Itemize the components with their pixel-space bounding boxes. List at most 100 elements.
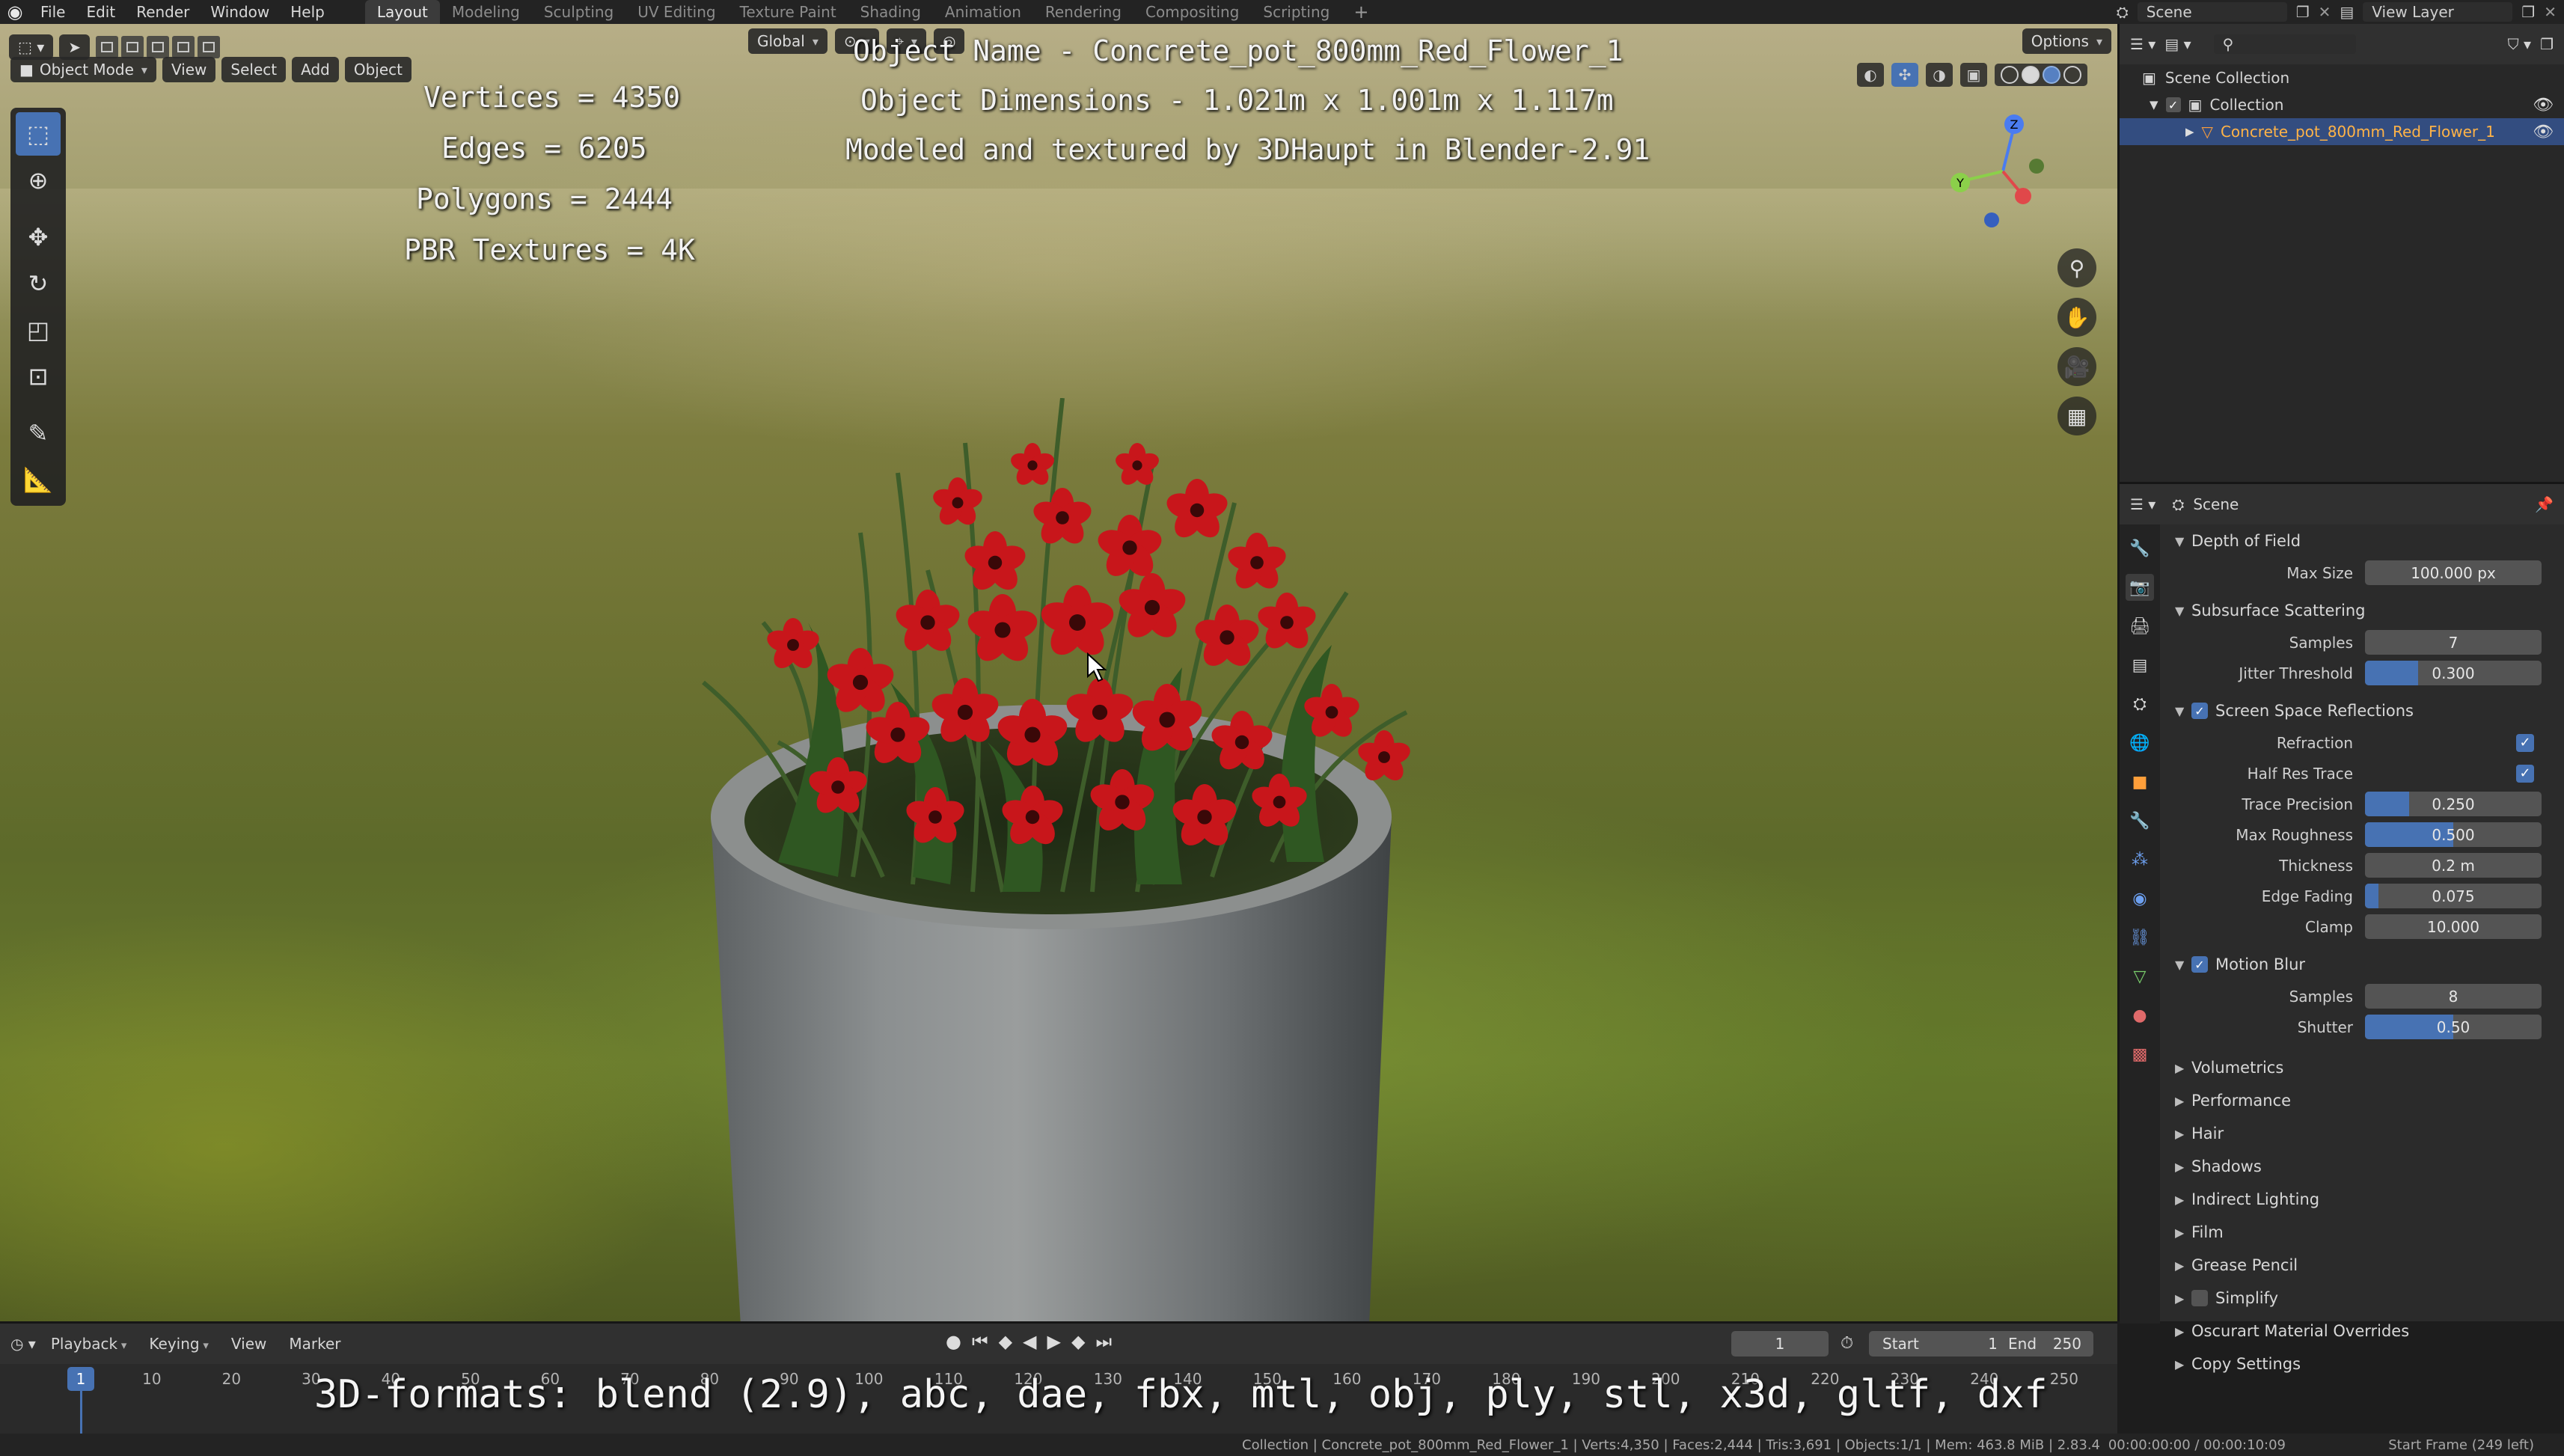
visibility-eye-icon[interactable]: 👁 xyxy=(2533,96,2554,114)
playhead-frame-indicator[interactable]: 1 xyxy=(67,1367,94,1391)
refraction-checkbox[interactable]: ✓ xyxy=(2516,733,2534,752)
pan-hand-icon[interactable]: ✋ xyxy=(2057,298,2096,337)
tab-animation[interactable]: Animation xyxy=(933,0,1033,24)
navigation-gizmo[interactable]: Z Y xyxy=(1939,108,2066,235)
motion-blur-enable-checkbox[interactable]: ✓ xyxy=(2191,956,2208,973)
delete-scene-icon[interactable]: ✕ xyxy=(2319,3,2331,21)
orientation-dropdown[interactable]: Global xyxy=(748,28,827,54)
scene-selector[interactable]: Scene xyxy=(2137,2,2287,22)
gizmo-neg-y-handle[interactable] xyxy=(2029,159,2044,174)
section-film[interactable]: ▶ Film xyxy=(2163,1216,2564,1249)
perspective-grid-icon[interactable]: ▦ xyxy=(2057,397,2096,435)
options-dropdown[interactable]: Options xyxy=(2022,28,2111,54)
blender-logo-icon[interactable]: ◉ xyxy=(0,0,30,24)
solid-shading-icon[interactable] xyxy=(2022,66,2040,84)
sss-samples-field[interactable]: 7 xyxy=(2365,630,2542,655)
section-indirect-lighting[interactable]: ▶ Indirect Lighting xyxy=(2163,1183,2564,1216)
section-depth-of-field[interactable]: ▼ Depth of Field xyxy=(2163,524,2564,557)
prev-keyframe-icon[interactable]: ◆ xyxy=(999,1331,1012,1352)
outliner-row-object[interactable]: ▶ ▽ Concrete_pot_800mm_Red_Flower_1 👁 xyxy=(2120,118,2564,145)
expand-arrow-icon[interactable]: ▶ xyxy=(2185,125,2194,138)
camera-view-icon[interactable]: 🎥 xyxy=(2057,347,2096,386)
overlay-toggle-icon[interactable]: ◑ xyxy=(1926,63,1953,87)
tool-tab-icon[interactable]: 🔧 xyxy=(2126,535,2154,562)
tool-select-button[interactable]: ➤ xyxy=(59,34,91,60)
physics-tab-icon[interactable]: ◉ xyxy=(2126,885,2154,912)
output-tab-icon[interactable]: 🖨 xyxy=(2126,613,2154,640)
material-preview-shading-icon[interactable] xyxy=(2043,66,2060,84)
gizmo-neg-z-handle[interactable] xyxy=(1984,212,1999,227)
start-frame-field[interactable]: Start 1 xyxy=(1869,1331,2011,1356)
half-res-trace-checkbox[interactable]: ✓ xyxy=(2516,764,2534,783)
max-size-field[interactable]: 100.000 px xyxy=(2365,560,2542,585)
tab-layout[interactable]: Layout xyxy=(364,0,440,24)
viewport-menu-object[interactable]: Object xyxy=(344,57,411,82)
transform-tool-icon[interactable]: ⊡ xyxy=(16,355,61,398)
timeline-menu-view[interactable]: View xyxy=(224,1335,274,1353)
play-icon[interactable]: ▶ xyxy=(1047,1331,1061,1352)
section-subsurface-scattering[interactable]: ▼ Subsurface Scattering xyxy=(2163,594,2564,627)
jump-start-icon[interactable]: ⏮ xyxy=(972,1331,988,1352)
tab-compositing[interactable]: Compositing xyxy=(1133,0,1251,24)
play-reverse-icon[interactable]: ◀ xyxy=(1023,1331,1036,1352)
viewport-menu-select[interactable]: Select xyxy=(221,57,287,82)
tab-sculpting[interactable]: Sculpting xyxy=(532,0,625,24)
pin-icon[interactable]: 📌 xyxy=(2535,495,2554,513)
view-layer-selector[interactable]: View Layer xyxy=(2363,2,2513,22)
new-scene-icon[interactable]: ❐ xyxy=(2296,3,2310,21)
gizmo-x-handle[interactable] xyxy=(2015,188,2031,204)
section-volumetrics[interactable]: ▶ Volumetrics xyxy=(2163,1051,2564,1084)
outliner-row-collection[interactable]: ▼ ✓ ▣ Collection 👁 xyxy=(2120,91,2564,118)
particles-tab-icon[interactable]: ⁂ xyxy=(2126,846,2154,873)
menu-file[interactable]: File xyxy=(30,3,76,21)
rotate-tool-icon[interactable]: ↻ xyxy=(16,262,61,305)
select-extend-icon[interactable] xyxy=(121,36,144,58)
select-subtract-icon[interactable] xyxy=(147,36,170,58)
max-roughness-slider[interactable]: 0.500 xyxy=(2365,822,2542,847)
viewport-menu-add[interactable]: Add xyxy=(292,57,339,82)
visibility-icon[interactable]: ◐ xyxy=(1857,63,1884,87)
add-workspace-button[interactable]: + xyxy=(1341,0,1380,24)
timeline-menu-marker[interactable]: Marker xyxy=(281,1335,348,1353)
section-simplify[interactable]: ▶ Simplify xyxy=(2163,1282,2564,1315)
cursor-tool-icon[interactable]: ⊕ xyxy=(16,159,61,202)
section-grease-pencil[interactable]: ▶ Grease Pencil xyxy=(2163,1249,2564,1282)
menu-help[interactable]: Help xyxy=(280,3,335,21)
new-view-layer-icon[interactable]: ❐ xyxy=(2521,3,2535,21)
texture-tab-icon[interactable]: ▩ xyxy=(2126,1041,2154,1068)
object-tab-icon[interactable]: ■ xyxy=(2126,768,2154,795)
thickness-field[interactable]: 0.2 m xyxy=(2365,853,2542,878)
gizmo-toggle-icon[interactable]: ✣ xyxy=(1891,63,1918,87)
current-frame-field[interactable]: 1 xyxy=(1731,1331,1829,1356)
motion-blur-samples-field[interactable]: 8 xyxy=(2365,984,2542,1009)
tab-texture-paint[interactable]: Texture Paint xyxy=(728,0,848,24)
object-mode-dropdown[interactable]: ■ Object Mode xyxy=(10,57,156,82)
clamp-field[interactable]: 10.000 xyxy=(2365,914,2542,939)
tab-rendering[interactable]: Rendering xyxy=(1033,0,1133,24)
select-new-icon[interactable] xyxy=(96,36,119,58)
editor-type-button[interactable]: ⬚ ▾ xyxy=(9,34,54,60)
select-intersect-icon[interactable] xyxy=(198,36,221,58)
material-tab-icon[interactable]: ● xyxy=(2126,1002,2154,1029)
jump-end-icon[interactable]: ⏭ xyxy=(1095,1331,1112,1352)
render-tab-icon[interactable]: 📷 xyxy=(2126,574,2154,601)
menu-edit[interactable]: Edit xyxy=(76,3,126,21)
new-collection-icon[interactable]: ❐ xyxy=(2540,35,2554,53)
next-keyframe-icon[interactable]: ◆ xyxy=(1071,1331,1085,1352)
timeline-editor-icon[interactable]: ◷ ▾ xyxy=(10,1335,36,1353)
end-frame-field[interactable]: End 250 xyxy=(1996,1331,2093,1356)
section-screen-space-reflections[interactable]: ▼ ✓ Screen Space Reflections xyxy=(2163,694,2564,727)
scale-tool-icon[interactable]: ◰ xyxy=(16,308,61,352)
stopwatch-icon[interactable]: ⏱ xyxy=(1841,1334,1853,1353)
modifier-tab-icon[interactable]: 🔧 xyxy=(2126,807,2154,834)
section-oscurart-material-overrides[interactable]: ▶ Oscurart Material Overrides xyxy=(2163,1315,2564,1348)
data-tab-icon[interactable]: ▽ xyxy=(2126,963,2154,990)
section-performance[interactable]: ▶ Performance xyxy=(2163,1084,2564,1117)
viewport-menu-view[interactable]: View xyxy=(162,57,216,82)
display-mode-icon[interactable]: ▤ ▾ xyxy=(2164,35,2191,53)
world-tab-icon[interactable]: 🌐 xyxy=(2126,729,2154,756)
properties-editor-icon[interactable]: ☰ ▾ xyxy=(2130,495,2155,513)
trace-precision-slider[interactable]: 0.250 xyxy=(2365,792,2542,816)
tab-modeling[interactable]: Modeling xyxy=(440,0,532,24)
ssr-enable-checkbox[interactable]: ✓ xyxy=(2191,703,2208,719)
